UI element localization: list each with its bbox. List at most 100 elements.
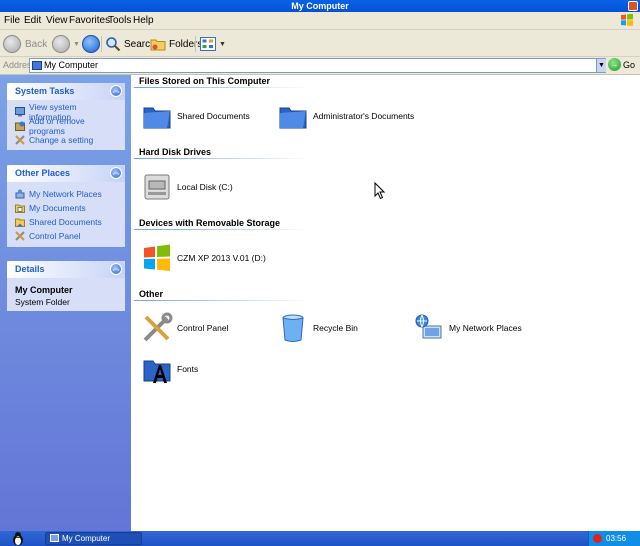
folder-icon	[143, 107, 171, 129]
menu-file[interactable]: File	[4, 15, 20, 26]
control-panel-icon	[143, 312, 173, 342]
close-button[interactable]	[628, 1, 638, 11]
recycle-bin-icon	[282, 314, 304, 342]
forward-button[interactable]: ▼	[52, 34, 80, 54]
item-control-panel[interactable]: Control Panel	[141, 312, 229, 344]
go-button[interactable]: → Go	[608, 58, 635, 71]
other-places-panel: Other Places ︽ My Network Places My Docu…	[7, 165, 125, 247]
group-divider	[134, 87, 310, 88]
item-fonts[interactable]: Fonts	[141, 353, 198, 385]
item-recycle-bin[interactable]: Recycle Bin	[277, 312, 358, 344]
control-panel-icon	[15, 135, 25, 145]
views-button[interactable]: ▼	[200, 34, 226, 54]
go-arrow-icon: →	[608, 58, 621, 71]
address-dropdown-button[interactable]: ▼	[596, 59, 606, 72]
collapse-icon[interactable]: ︽	[110, 85, 122, 97]
fonts-folder-icon	[143, 360, 171, 383]
place-label: My Documents	[29, 203, 86, 213]
toolbar: Back ▼ ▼ Search Folders ▼	[0, 30, 640, 57]
group-title-other: Other	[139, 289, 164, 299]
back-button[interactable]: Back ▼	[3, 34, 57, 54]
folders-label: Folders	[169, 38, 203, 50]
place-my-network-places[interactable]: My Network Places	[15, 187, 119, 201]
search-button[interactable]: Search	[105, 34, 156, 54]
item-cd-drive-d[interactable]: CZM XP 2013 V.01 (D:)	[141, 242, 266, 274]
group-title-files: Files Stored on This Computer	[139, 76, 271, 86]
collapse-icon[interactable]: ︽	[110, 263, 122, 275]
item-label: Administrator's Documents	[313, 111, 415, 121]
group-divider	[134, 158, 310, 159]
details-type: System Folder	[15, 297, 70, 307]
back-label: Back	[25, 38, 48, 50]
place-my-documents[interactable]: My Documents	[15, 201, 119, 215]
start-button-tux-icon[interactable]	[10, 531, 26, 546]
system-tasks-title: System Tasks	[15, 86, 75, 96]
place-shared-documents[interactable]: Shared Documents	[15, 215, 119, 229]
back-arrow-icon	[3, 35, 21, 53]
taskbar-button-label: My Computer	[62, 534, 111, 543]
item-my-network-places[interactable]: My Network Places	[413, 312, 522, 344]
taskbar-button-my-computer[interactable]: My Computer	[45, 532, 142, 545]
item-label: Control Panel	[177, 323, 229, 333]
item-label: Shared Documents	[177, 111, 250, 121]
details-header[interactable]: Details ︽	[7, 261, 125, 278]
task-add-remove-programs[interactable]: Add or remove programs	[15, 116, 119, 136]
shared-folder-icon	[15, 218, 25, 227]
views-icon	[200, 37, 216, 51]
menu-favorites[interactable]: Favorites	[69, 15, 110, 26]
item-label: Recycle Bin	[313, 323, 358, 333]
item-administrators-documents[interactable]: Administrator's Documents	[277, 100, 414, 132]
item-label: CZM XP 2013 V.01 (D:)	[177, 253, 266, 263]
other-places-header[interactable]: Other Places ︽	[7, 165, 125, 182]
system-tasks-panel: System Tasks ︽ View system information A…	[7, 83, 125, 150]
group-title-removable: Devices with Removable Storage	[139, 218, 281, 228]
group-title-hard-disks: Hard Disk Drives	[139, 147, 212, 157]
network-icon	[415, 314, 442, 339]
folder-view: Files Stored on This Computer Shared Doc…	[131, 75, 640, 531]
mouse-cursor-icon	[374, 182, 386, 200]
hard-disk-icon	[144, 174, 170, 200]
system-tray: 03:56	[588, 531, 640, 546]
address-bar: Address My Computer ▼ → Go	[0, 57, 640, 75]
window-title: My Computer	[291, 1, 349, 11]
menu-tools[interactable]: Tools	[108, 15, 131, 26]
details-title: Details	[15, 264, 45, 274]
title-bar: My Computer	[0, 0, 640, 12]
task-pane: System Tasks ︽ View system information A…	[0, 75, 131, 531]
toolbar-divider	[195, 36, 196, 52]
item-local-disk-c[interactable]: Local Disk (C:)	[141, 171, 233, 203]
menu-view[interactable]: View	[46, 15, 68, 26]
windows-cd-icon	[144, 244, 170, 271]
details-name: My Computer	[15, 285, 73, 295]
other-places-title: Other Places	[15, 168, 71, 178]
place-label: My Network Places	[29, 189, 102, 199]
place-label: Control Panel	[29, 231, 81, 241]
folder-icon	[279, 107, 307, 129]
address-value: My Computer	[44, 60, 99, 70]
menu-edit[interactable]: Edit	[24, 15, 41, 26]
item-shared-documents[interactable]: Shared Documents	[141, 100, 250, 132]
search-icon	[106, 37, 121, 52]
documents-icon	[15, 204, 25, 213]
clock[interactable]: 03:56	[606, 534, 626, 543]
go-label: Go	[623, 59, 636, 70]
my-computer-icon	[50, 534, 59, 542]
forward-arrow-icon	[52, 35, 70, 53]
windows-logo-icon	[621, 13, 633, 26]
system-tasks-header[interactable]: System Tasks ︽	[7, 83, 125, 100]
my-computer-icon	[32, 61, 42, 70]
item-label: Local Disk (C:)	[177, 182, 233, 192]
group-divider	[134, 300, 310, 301]
menu-help[interactable]: Help	[133, 15, 154, 26]
item-label: Fonts	[177, 364, 199, 374]
place-control-panel[interactable]: Control Panel	[15, 229, 119, 243]
chevron-down-icon: ▼	[219, 40, 226, 48]
address-field[interactable]: My Computer	[29, 58, 606, 73]
network-icon	[15, 189, 25, 199]
folders-icon	[150, 39, 166, 51]
collapse-icon[interactable]: ︽	[110, 167, 122, 179]
up-button[interactable]	[82, 34, 100, 54]
system-info-icon	[15, 107, 25, 117]
add-remove-icon	[15, 121, 25, 131]
security-alert-icon[interactable]	[593, 534, 602, 543]
